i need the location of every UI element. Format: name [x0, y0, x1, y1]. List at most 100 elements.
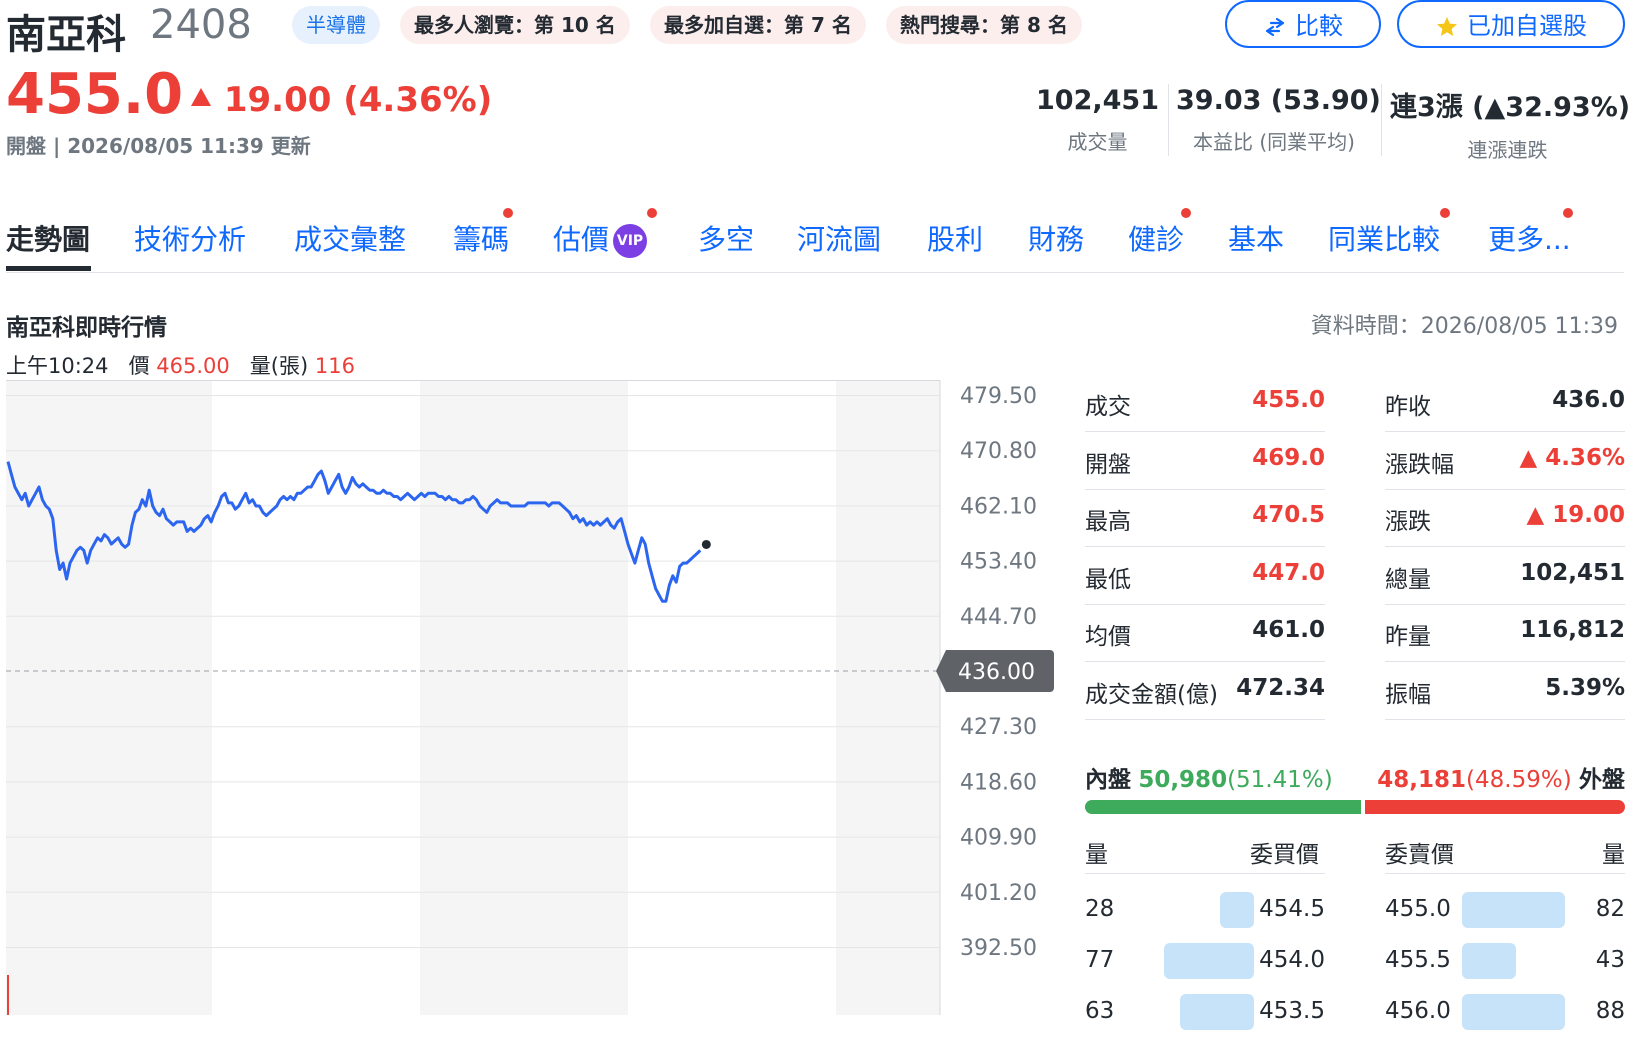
stat-volume: 102,451 成交量: [1030, 85, 1165, 155]
hover-price-label: 價: [128, 354, 150, 378]
outer-volume-label: 外盤: [1579, 767, 1625, 793]
y-tick-label: 444.70: [960, 605, 1037, 630]
current-price: 455.0: [6, 62, 184, 127]
bid-price: 453.5: [1259, 998, 1325, 1024]
stat-divider: [1381, 84, 1382, 156]
ask-price: 455.5: [1385, 947, 1451, 973]
quote-row: 最低 447.0: [1085, 548, 1325, 605]
tab-trend[interactable]: 走勢圖: [6, 218, 90, 258]
tab-valuation-dot: [647, 208, 657, 218]
tab-more-dot: [1563, 208, 1573, 218]
tab-health-dot: [1181, 208, 1191, 218]
intraday-chart[interactable]: 479.50 470.80 462.10 453.40 444.70 427.30 418.…: [0, 380, 1060, 1015]
quote-value: 469.0: [1252, 444, 1325, 471]
tab-technical[interactable]: 技術分析: [134, 218, 246, 258]
bid-volume: 63: [1085, 998, 1115, 1024]
stock-name: 南亞科: [6, 12, 126, 58]
stat-volume-value: 102,451: [1036, 85, 1159, 116]
stat-pe: 39.03 (53.90) 本益比 (同業平均): [1176, 85, 1381, 155]
watchlist-button[interactable]: 已加自選股: [1397, 0, 1625, 48]
price-change-value: 19.00 (4.36%): [223, 80, 493, 120]
inner-volume-label: 內盤: [1085, 767, 1131, 793]
y-tick-label: 409.90: [960, 826, 1037, 851]
quote-row: 昨量 116,812: [1385, 605, 1625, 662]
y-tick-label: 479.50: [960, 384, 1037, 409]
y-tick-label: 453.40: [960, 550, 1037, 575]
hover-readout: 上午10:24 價 465.00 量(張) 116: [6, 350, 355, 380]
quote-label: 昨收: [1385, 394, 1431, 420]
quote-label: 成交金額(億): [1085, 681, 1218, 708]
rank-badge-watchlist: 最多加自選：第 7 名: [650, 6, 866, 44]
bid-price: 454.0: [1259, 947, 1325, 973]
bid-volume: 28: [1085, 896, 1115, 922]
tab-river[interactable]: 河流圖: [797, 218, 881, 258]
quote-row: 漲跌 ▲ 19.00: [1385, 490, 1625, 547]
quote-label: 最低: [1085, 566, 1131, 593]
compare-button[interactable]: 比較: [1225, 0, 1381, 48]
stat-divider: [1168, 84, 1169, 156]
quote-row: 開盤 469.0: [1085, 433, 1325, 490]
hover-vol-label: 量(張): [249, 354, 309, 378]
quote-value: ▲ 4.36%: [1519, 444, 1626, 471]
bid-price-header: 委買價: [1250, 842, 1319, 868]
tab-dividend[interactable]: 股利: [927, 218, 983, 258]
stat-streak: 連3漲 (▲32.93%) 連漲連跌: [1390, 85, 1630, 163]
active-tab-indicator: [6, 266, 91, 271]
ask-volume-bar: [1462, 892, 1565, 928]
quote-value: 102,451: [1520, 559, 1625, 586]
tab-trades[interactable]: 成交彙整: [294, 218, 406, 258]
quote-label: 均價: [1085, 624, 1131, 650]
quote-row: 總量 102,451: [1385, 548, 1625, 605]
quote-value: 472.34: [1236, 674, 1325, 701]
quote-label: 成交: [1085, 394, 1131, 420]
tab-bullbear[interactable]: 多空: [698, 218, 754, 258]
quote-value: 436.0: [1552, 387, 1625, 413]
tab-basic[interactable]: 基本: [1228, 218, 1284, 258]
sector-badge[interactable]: 半導體: [292, 6, 380, 44]
hover-vol: 116: [314, 354, 355, 378]
bid-volume-bar: [1220, 892, 1254, 928]
quote-value: 447.0: [1252, 559, 1325, 586]
tab-valuation[interactable]: 估價 VIP: [553, 218, 648, 258]
y-tick-label: 401.20: [960, 881, 1037, 906]
quote-label: 振幅: [1385, 681, 1431, 708]
tab-more[interactable]: 更多...: [1488, 218, 1571, 258]
bid-header-divider: [1085, 873, 1325, 874]
tab-health[interactable]: 健診: [1128, 218, 1184, 258]
y-tick-label: 392.50: [960, 936, 1037, 961]
hover-price: 465.00: [156, 354, 230, 378]
tab-bar: 走勢圖 技術分析 成交彙整 籌碼 估價 VIP 多空 河流圖 股利 財務 健診 基…: [6, 208, 1624, 273]
chart-band: [836, 380, 940, 1015]
tab-chips[interactable]: 籌碼: [453, 218, 509, 258]
y-tick-label: 462.10: [960, 494, 1037, 519]
bid-volume-bar: [1180, 994, 1254, 1030]
quote-value: 470.5: [1252, 502, 1325, 528]
quote-row: 振幅 5.39%: [1385, 663, 1625, 720]
watchlist-label: 已加自選股: [1467, 12, 1587, 40]
inner-volume-pct: (51.41%): [1227, 767, 1333, 793]
tab-chips-dot: [503, 208, 513, 218]
outer-volume-pct: (48.59%): [1466, 767, 1572, 793]
bid-volume-bar: [1164, 943, 1254, 979]
quote-row: 成交金額(億) 472.34: [1085, 663, 1325, 720]
y-tick-label: 470.80: [960, 439, 1037, 464]
stock-code: 2408: [150, 2, 252, 48]
update-time: 開盤 | 2026/08/05 11:39 更新: [6, 134, 311, 158]
rank-badge-views: 最多人瀏覽：第 10 名: [400, 6, 630, 44]
ask-volume-header: 量: [1602, 842, 1625, 868]
quote-value: 461.0: [1252, 617, 1325, 643]
stat-pe-value: 39.03 (53.90): [1176, 85, 1381, 116]
ask-volume-bar: [1462, 994, 1565, 1030]
chart-band: [628, 380, 836, 1015]
tab-peers[interactable]: 同業比較: [1328, 218, 1440, 258]
hover-time: 上午10:24: [6, 354, 109, 378]
ask-volume-bar: [1462, 943, 1516, 979]
quote-value: 5.39%: [1545, 674, 1625, 701]
outer-volume-bar: [1365, 800, 1625, 814]
ask-price: 455.0: [1385, 896, 1451, 922]
quote-label: 開盤: [1085, 451, 1131, 478]
chart-band: [420, 380, 628, 1015]
quote-label: 漲跌幅: [1385, 451, 1454, 478]
tab-financial[interactable]: 財務: [1028, 218, 1084, 258]
quote-label: 總量: [1385, 566, 1431, 593]
